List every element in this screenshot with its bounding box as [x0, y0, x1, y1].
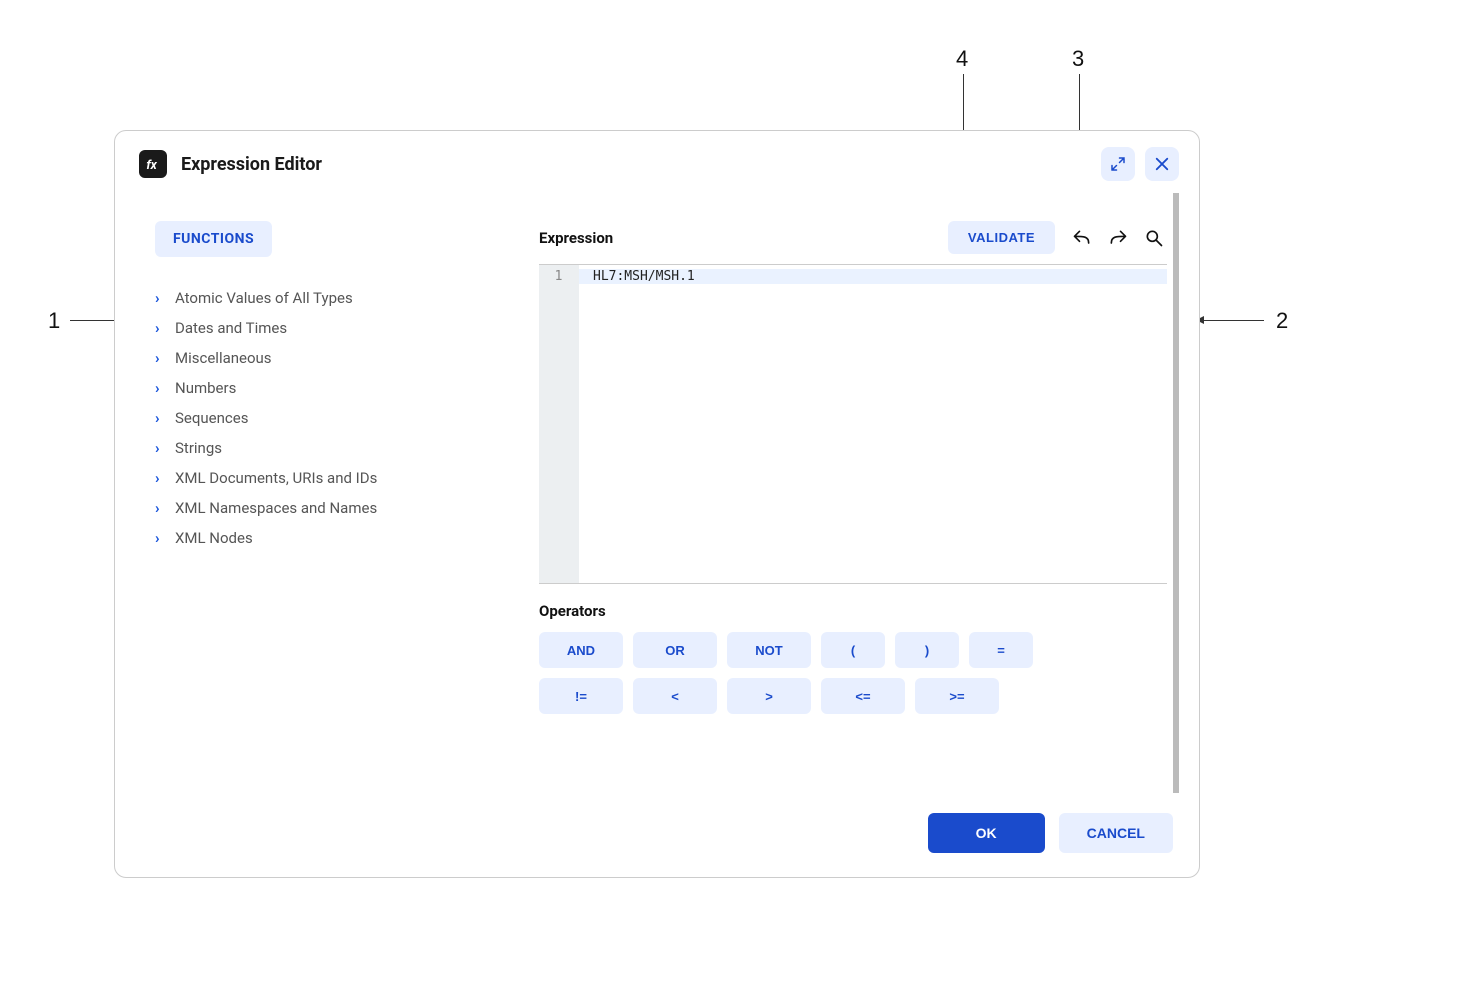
func-item-numbers[interactable]: ›Numbers [139, 373, 539, 403]
search-icon [1144, 228, 1164, 248]
cancel-button[interactable]: CANCEL [1059, 813, 1173, 853]
op-lte[interactable]: <= [821, 678, 905, 714]
close-button[interactable] [1145, 147, 1179, 181]
func-item-xml-nodes[interactable]: ›XML Nodes [139, 523, 539, 553]
chevron-right-icon: › [155, 409, 175, 427]
op-and[interactable]: AND [539, 632, 623, 668]
expression-code-area[interactable]: 1 HL7:MSH/MSH.1 [539, 264, 1167, 584]
func-label: XML Nodes [175, 529, 253, 547]
op-or[interactable]: OR [633, 632, 717, 668]
func-label: XML Namespaces and Names [175, 499, 377, 517]
validate-button[interactable]: VALIDATE [948, 221, 1055, 254]
header-actions [1101, 147, 1179, 181]
func-item-atomic-values[interactable]: ›Atomic Values of All Types [139, 283, 539, 313]
expression-label: Expression [539, 229, 948, 247]
callout-2-line [1204, 320, 1264, 321]
expression-header: Expression VALIDATE [539, 221, 1167, 254]
main-panel: Expression VALIDATE 1 HL7:MSH/MSH.1 [539, 193, 1179, 793]
operators-row-1: AND OR NOT ( ) = [539, 632, 1167, 668]
chevron-right-icon: › [155, 319, 175, 337]
chevron-right-icon: › [155, 469, 175, 487]
ok-button[interactable]: OK [928, 813, 1045, 853]
dialog-footer: OK CANCEL [115, 793, 1199, 877]
callout-3: 3 [1072, 46, 1084, 72]
chevron-right-icon: › [155, 529, 175, 547]
close-icon [1153, 155, 1171, 173]
op-lt[interactable]: < [633, 678, 717, 714]
callout-2: 2 [1276, 308, 1288, 334]
func-label: XML Documents, URIs and IDs [175, 469, 377, 487]
expand-icon [1109, 155, 1127, 173]
chevron-right-icon: › [155, 379, 175, 397]
func-label: Sequences [175, 409, 248, 427]
op-not-equals[interactable]: != [539, 678, 623, 714]
op-gte[interactable]: >= [915, 678, 999, 714]
dialog-header: fx Expression Editor [115, 131, 1199, 193]
line-number: 1 [539, 269, 578, 284]
undo-icon [1072, 228, 1092, 248]
expand-button[interactable] [1101, 147, 1135, 181]
code-gutter: 1 [539, 265, 579, 583]
func-label: Numbers [175, 379, 236, 397]
func-item-sequences[interactable]: ›Sequences [139, 403, 539, 433]
redo-icon [1108, 228, 1128, 248]
function-category-list: ›Atomic Values of All Types ›Dates and T… [139, 283, 539, 553]
operators-row-2: != < > <= >= [539, 678, 1167, 714]
func-label: Dates and Times [175, 319, 287, 337]
redo-button[interactable] [1105, 225, 1131, 251]
expression-editor-dialog: fx Expression Editor FUNCTIONS ›Atomic V… [114, 130, 1200, 878]
func-label: Miscellaneous [175, 349, 272, 367]
chevron-right-icon: › [155, 439, 175, 457]
fx-icon: fx [139, 150, 167, 178]
func-item-miscellaneous[interactable]: ›Miscellaneous [139, 343, 539, 373]
op-equals[interactable]: = [969, 632, 1033, 668]
dialog-title: Expression Editor [181, 154, 1101, 175]
code-line-1: HL7:MSH/MSH.1 [579, 269, 1167, 284]
chevron-right-icon: › [155, 289, 175, 307]
op-open-paren[interactable]: ( [821, 632, 885, 668]
func-item-dates-times[interactable]: ›Dates and Times [139, 313, 539, 343]
sidebar: FUNCTIONS ›Atomic Values of All Types ›D… [139, 193, 539, 793]
func-label: Atomic Values of All Types [175, 289, 353, 307]
func-item-xml-documents[interactable]: ›XML Documents, URIs and IDs [139, 463, 539, 493]
svg-text:fx: fx [146, 158, 157, 173]
operators-section: Operators AND OR NOT ( ) = != < > <= >= [539, 602, 1167, 714]
undo-button[interactable] [1069, 225, 1095, 251]
dialog-body: FUNCTIONS ›Atomic Values of All Types ›D… [115, 193, 1199, 793]
op-gt[interactable]: > [727, 678, 811, 714]
code-content[interactable]: HL7:MSH/MSH.1 [579, 265, 1167, 583]
func-item-strings[interactable]: ›Strings [139, 433, 539, 463]
op-not[interactable]: NOT [727, 632, 811, 668]
func-item-xml-namespaces[interactable]: ›XML Namespaces and Names [139, 493, 539, 523]
callout-4: 4 [956, 46, 968, 72]
chevron-right-icon: › [155, 499, 175, 517]
functions-tab[interactable]: FUNCTIONS [155, 221, 272, 257]
search-button[interactable] [1141, 225, 1167, 251]
operators-label: Operators [539, 602, 1167, 620]
chevron-right-icon: › [155, 349, 175, 367]
op-close-paren[interactable]: ) [895, 632, 959, 668]
func-label: Strings [175, 439, 222, 457]
callout-1: 1 [48, 308, 60, 334]
